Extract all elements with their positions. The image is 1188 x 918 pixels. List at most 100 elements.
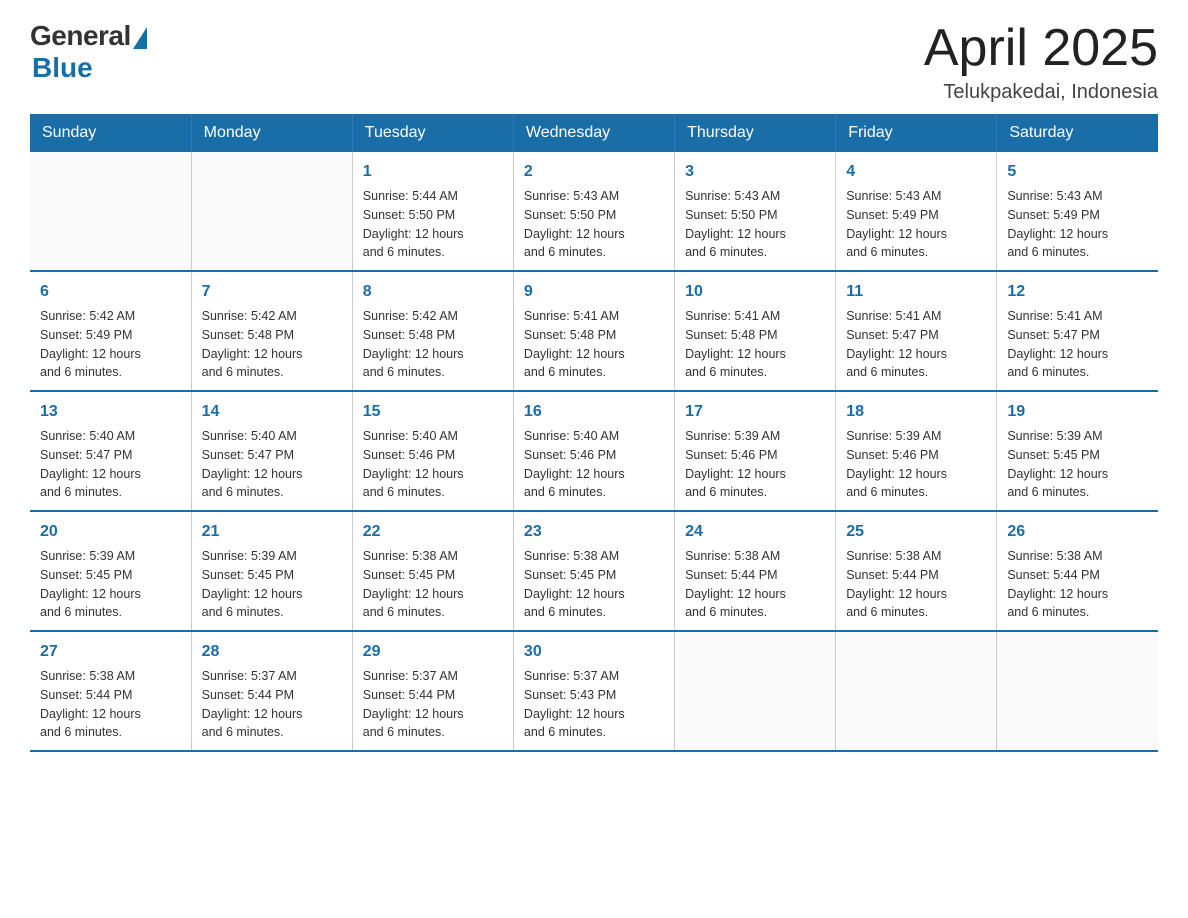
calendar-cell: 29 Sunrise: 5:37 AM Sunset: 5:44 PM Dayli… <box>352 631 513 751</box>
day-number: 30 <box>524 640 664 664</box>
calendar-cell: 28Sunrise: 5:37 AM Sunset: 5:44 PM Dayli… <box>191 631 352 751</box>
location-text: Telukpakedai, Indonesia <box>924 81 1158 104</box>
day-info: Sunrise: 5:42 AM Sunset: 5:48 PM Dayligh… <box>202 307 342 382</box>
day-number: 4 <box>846 160 986 184</box>
calendar-cell: 27 Sunrise: 5:38 AM Sunset: 5:44 PM Dayli… <box>30 631 191 751</box>
day-number: 2 <box>524 160 664 184</box>
calendar-cell: 3 Sunrise: 5:43 AM Sunset: 5:50 PM Daylig… <box>675 152 836 271</box>
calendar-cell: 16 Sunrise: 5:40 AM Sunset: 5:46 PM Dayli… <box>513 391 674 511</box>
day-number: 18 <box>846 400 986 424</box>
calendar-week-row: 13 Sunrise: 5:40 AM Sunset: 5:47 PM Dayli… <box>30 391 1158 511</box>
day-info: Sunrise: 5:37 AM Sunset: 5:43 PM Dayligh… <box>524 667 664 742</box>
logo-general-text: General <box>30 20 131 52</box>
day-info: Sunrise: 5:41 AM Sunset: 5:48 PM Dayligh… <box>524 307 664 382</box>
day-info: Sunrise: 5:39 AM Sunset: 5:45 PM Dayligh… <box>202 547 342 622</box>
day-info: Sunrise: 5:44 AM Sunset: 5:50 PM Dayligh… <box>363 187 503 262</box>
day-number: 3 <box>685 160 825 184</box>
calendar-week-row: 27 Sunrise: 5:38 AM Sunset: 5:44 PM Dayli… <box>30 631 1158 751</box>
calendar-cell: 14 Sunrise: 5:40 AM Sunset: 5:47 PM Dayli… <box>191 391 352 511</box>
calendar-cell: 21 Sunrise: 5:39 AM Sunset: 5:45 PM Dayli… <box>191 511 352 631</box>
logo: General Blue <box>30 20 147 84</box>
day-number: 28 <box>202 640 342 664</box>
calendar-table: SundayMondayTuesdayWednesdayThursdayFrid… <box>30 114 1158 752</box>
day-info: Sunrise: 5:40 AM Sunset: 5:46 PM Dayligh… <box>524 427 664 502</box>
day-info: Sunrise: 5:37 AM Sunset: 5:44 PM Dayligh… <box>363 667 503 742</box>
day-info: Sunrise: 5:38 AM Sunset: 5:44 PM Dayligh… <box>846 547 986 622</box>
day-number: 26 <box>1007 520 1148 544</box>
day-number: 17 <box>685 400 825 424</box>
calendar-cell: 23 Sunrise: 5:38 AM Sunset: 5:45 PM Dayli… <box>513 511 674 631</box>
day-info: Sunrise: 5:39 AM Sunset: 5:46 PM Dayligh… <box>685 427 825 502</box>
day-number: 16 <box>524 400 664 424</box>
day-number: 14 <box>202 400 342 424</box>
day-number: 8 <box>363 280 503 304</box>
day-number: 6 <box>40 280 181 304</box>
calendar-week-row: 20 Sunrise: 5:39 AM Sunset: 5:45 PM Dayli… <box>30 511 1158 631</box>
weekday-header-wednesday: Wednesday <box>513 114 674 152</box>
day-number: 1 <box>363 160 503 184</box>
calendar-cell: 12Sunrise: 5:41 AM Sunset: 5:47 PM Dayli… <box>997 271 1158 391</box>
calendar-cell: 25 Sunrise: 5:38 AM Sunset: 5:44 PM Dayli… <box>836 511 997 631</box>
calendar-cell: 15Sunrise: 5:40 AM Sunset: 5:46 PM Dayli… <box>352 391 513 511</box>
weekday-header-friday: Friday <box>836 114 997 152</box>
calendar-cell: 18Sunrise: 5:39 AM Sunset: 5:46 PM Dayli… <box>836 391 997 511</box>
weekday-header-thursday: Thursday <box>675 114 836 152</box>
logo-triangle-icon <box>133 27 147 49</box>
calendar-cell <box>997 631 1158 751</box>
day-info: Sunrise: 5:43 AM Sunset: 5:50 PM Dayligh… <box>524 187 664 262</box>
weekday-header-row: SundayMondayTuesdayWednesdayThursdayFrid… <box>30 114 1158 152</box>
title-section: April 2025 Telukpakedai, Indonesia <box>924 20 1158 104</box>
calendar-cell: 30 Sunrise: 5:37 AM Sunset: 5:43 PM Dayli… <box>513 631 674 751</box>
day-number: 15 <box>363 400 503 424</box>
day-number: 21 <box>202 520 342 544</box>
day-number: 20 <box>40 520 181 544</box>
day-info: Sunrise: 5:39 AM Sunset: 5:45 PM Dayligh… <box>1007 427 1148 502</box>
day-number: 10 <box>685 280 825 304</box>
day-info: Sunrise: 5:41 AM Sunset: 5:47 PM Dayligh… <box>1007 307 1148 382</box>
day-number: 5 <box>1007 160 1148 184</box>
calendar-week-row: 6 Sunrise: 5:42 AM Sunset: 5:49 PM Daylig… <box>30 271 1158 391</box>
day-info: Sunrise: 5:43 AM Sunset: 5:49 PM Dayligh… <box>846 187 986 262</box>
calendar-cell <box>30 152 191 271</box>
day-number: 29 <box>363 640 503 664</box>
day-info: Sunrise: 5:41 AM Sunset: 5:47 PM Dayligh… <box>846 307 986 382</box>
weekday-header-tuesday: Tuesday <box>352 114 513 152</box>
day-info: Sunrise: 5:43 AM Sunset: 5:50 PM Dayligh… <box>685 187 825 262</box>
month-title: April 2025 <box>924 20 1158 77</box>
calendar-cell: 8 Sunrise: 5:42 AM Sunset: 5:48 PM Daylig… <box>352 271 513 391</box>
calendar-cell: 19Sunrise: 5:39 AM Sunset: 5:45 PM Dayli… <box>997 391 1158 511</box>
day-number: 11 <box>846 280 986 304</box>
calendar-cell: 24Sunrise: 5:38 AM Sunset: 5:44 PM Dayli… <box>675 511 836 631</box>
day-info: Sunrise: 5:42 AM Sunset: 5:49 PM Dayligh… <box>40 307 181 382</box>
day-number: 22 <box>363 520 503 544</box>
calendar-cell: 4 Sunrise: 5:43 AM Sunset: 5:49 PM Daylig… <box>836 152 997 271</box>
day-info: Sunrise: 5:43 AM Sunset: 5:49 PM Dayligh… <box>1007 187 1148 262</box>
calendar-header: SundayMondayTuesdayWednesdayThursdayFrid… <box>30 114 1158 152</box>
calendar-cell: 5 Sunrise: 5:43 AM Sunset: 5:49 PM Daylig… <box>997 152 1158 271</box>
day-number: 24 <box>685 520 825 544</box>
weekday-header-sunday: Sunday <box>30 114 191 152</box>
calendar-cell: 1 Sunrise: 5:44 AM Sunset: 5:50 PM Daylig… <box>352 152 513 271</box>
day-info: Sunrise: 5:39 AM Sunset: 5:45 PM Dayligh… <box>40 547 181 622</box>
calendar-cell <box>675 631 836 751</box>
weekday-header-saturday: Saturday <box>997 114 1158 152</box>
calendar-cell: 6 Sunrise: 5:42 AM Sunset: 5:49 PM Daylig… <box>30 271 191 391</box>
day-info: Sunrise: 5:42 AM Sunset: 5:48 PM Dayligh… <box>363 307 503 382</box>
calendar-cell: 2 Sunrise: 5:43 AM Sunset: 5:50 PM Daylig… <box>513 152 674 271</box>
calendar-week-row: 1 Sunrise: 5:44 AM Sunset: 5:50 PM Daylig… <box>30 152 1158 271</box>
calendar-cell: 9 Sunrise: 5:41 AM Sunset: 5:48 PM Daylig… <box>513 271 674 391</box>
day-number: 13 <box>40 400 181 424</box>
day-number: 25 <box>846 520 986 544</box>
logo-blue-text: Blue <box>32 52 93 84</box>
day-info: Sunrise: 5:40 AM Sunset: 5:47 PM Dayligh… <box>202 427 342 502</box>
calendar-cell: 7 Sunrise: 5:42 AM Sunset: 5:48 PM Daylig… <box>191 271 352 391</box>
day-number: 23 <box>524 520 664 544</box>
day-number: 9 <box>524 280 664 304</box>
day-info: Sunrise: 5:38 AM Sunset: 5:44 PM Dayligh… <box>40 667 181 742</box>
weekday-header-monday: Monday <box>191 114 352 152</box>
calendar-cell <box>191 152 352 271</box>
calendar-cell <box>836 631 997 751</box>
day-number: 27 <box>40 640 181 664</box>
day-info: Sunrise: 5:38 AM Sunset: 5:45 PM Dayligh… <box>524 547 664 622</box>
day-number: 7 <box>202 280 342 304</box>
